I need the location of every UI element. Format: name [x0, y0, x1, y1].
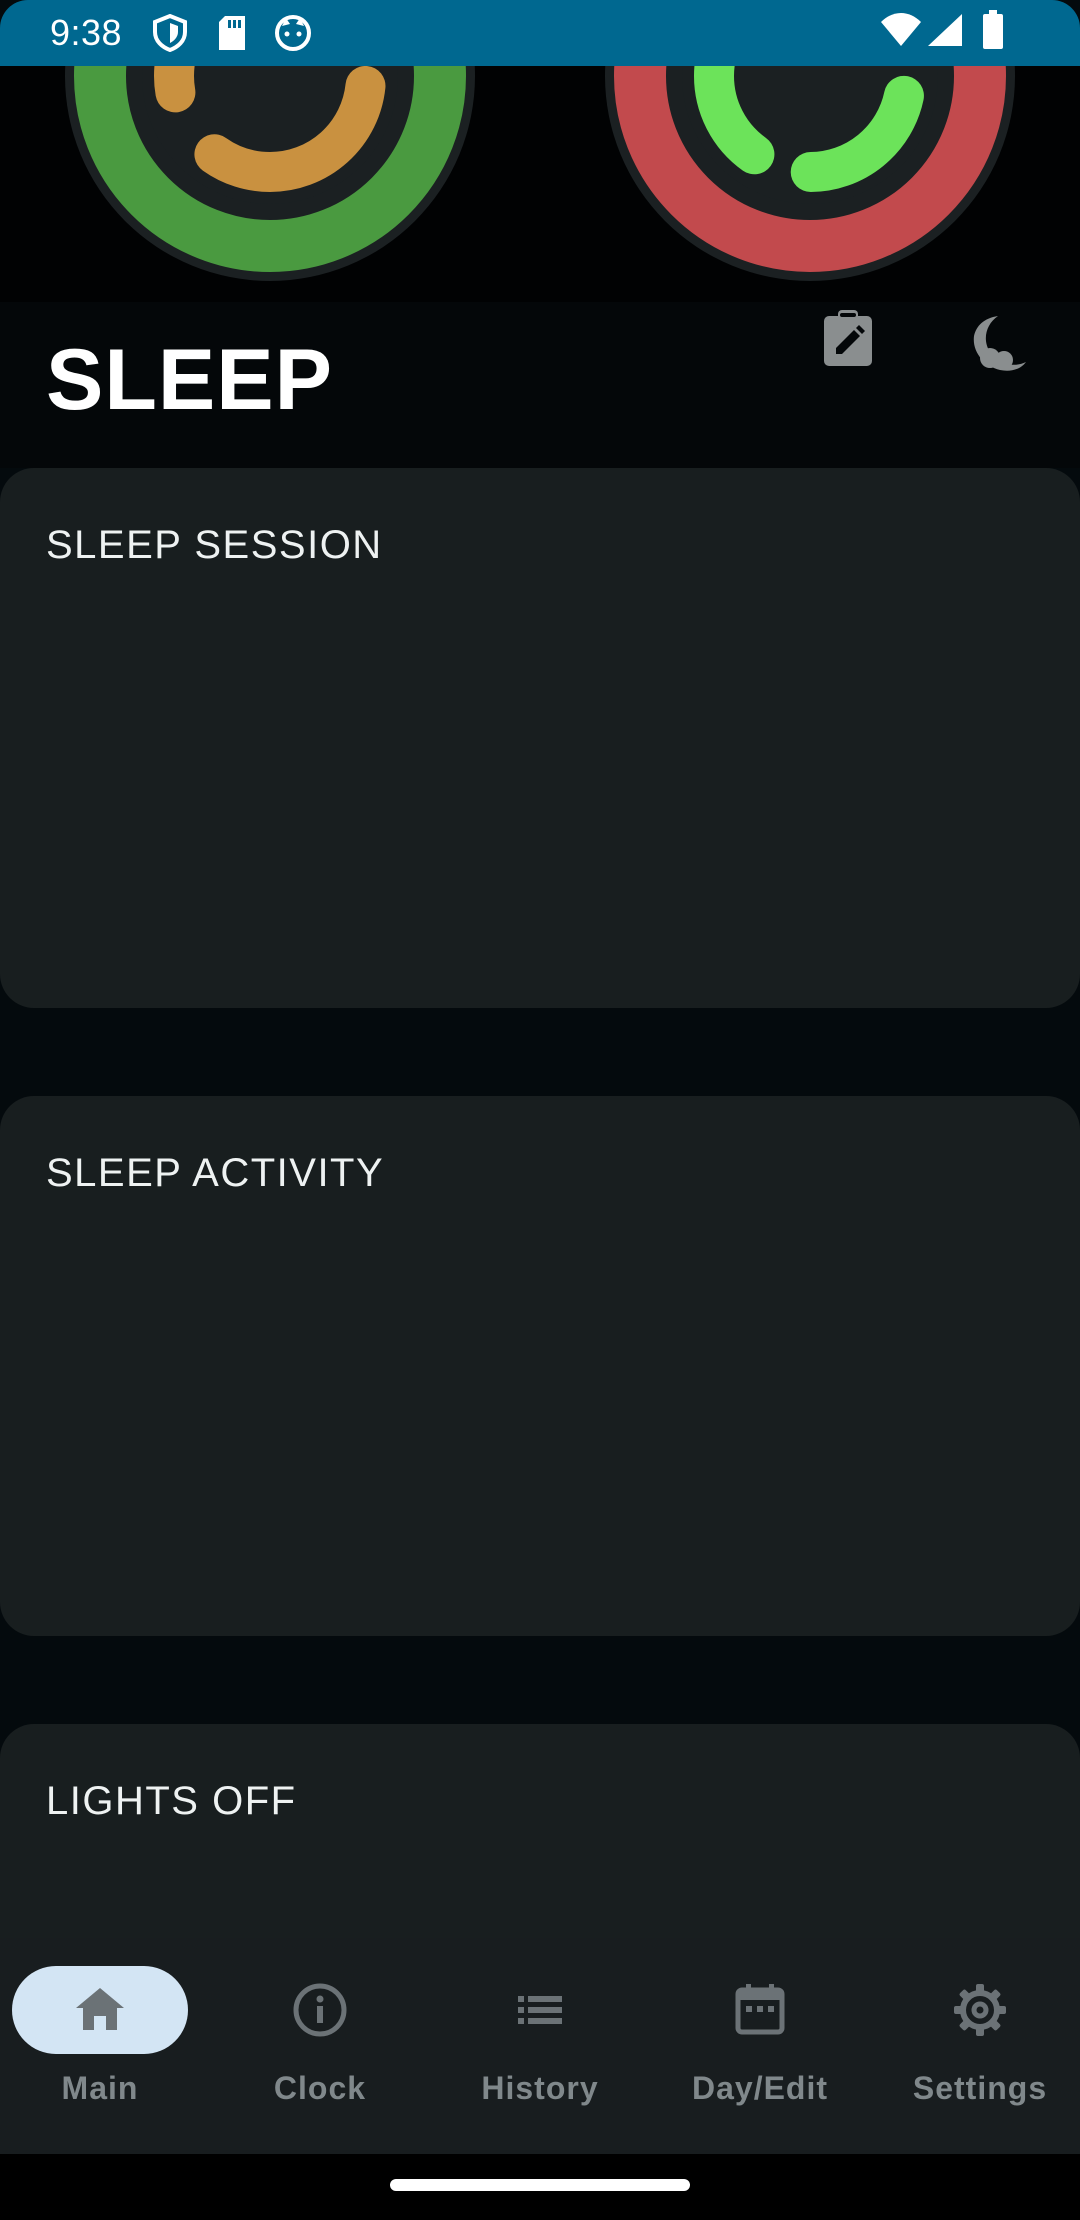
calendar-icon — [724, 1974, 796, 2051]
nav-label: Settings — [912, 2070, 1048, 2106]
nav-label: Day/Edit — [691, 2070, 829, 2106]
page-title: SLEEP — [46, 332, 333, 428]
card-title: SLEEP ACTIVITY — [46, 1151, 385, 1195]
sd-card-icon — [216, 14, 248, 57]
nav-item-settings[interactable]: Settings — [880, 1966, 1080, 2126]
nav-item-day-edit[interactable]: Day/Edit — [660, 1966, 860, 2126]
sleep-session-card[interactable]: SLEEP SESSION — [0, 468, 1080, 1008]
nav-label: History — [481, 2070, 599, 2106]
gear-icon — [944, 1974, 1016, 2051]
ring-right — [605, 66, 1015, 281]
home-icon — [64, 1974, 136, 2051]
status-time: 9:38 — [50, 12, 123, 53]
section-header: SLEEP — [0, 302, 1080, 468]
nav-label: Clock — [273, 2070, 367, 2106]
nav-item-history[interactable]: History — [440, 1966, 640, 2126]
nav-item-main[interactable]: Main — [0, 1966, 200, 2126]
shield-icon — [152, 13, 188, 57]
status-bar: 9:38 — [0, 0, 1080, 66]
sleep-moon-icon[interactable] — [968, 314, 1028, 377]
nav-item-clock[interactable]: Clock — [220, 1966, 420, 2126]
sleep-activity-card[interactable]: SLEEP ACTIVITY — [0, 1096, 1080, 1636]
ring-left — [65, 66, 475, 281]
home-gesture-handle[interactable] — [390, 2179, 690, 2191]
cat-face-icon — [274, 14, 312, 57]
card-title: SLEEP SESSION — [46, 523, 383, 567]
app-screen: 9:38 SLEEP SLEEP SESSION SLEEP ACTIVITY … — [0, 0, 1080, 2220]
edit-clipboard-icon[interactable] — [820, 308, 876, 373]
activity-rings — [0, 66, 1080, 302]
info-icon — [284, 1974, 356, 2051]
card-title: LIGHTS OFF — [46, 1779, 297, 1823]
signal-icon — [926, 12, 964, 53]
bottom-navigation: Main Clock History Day/Edit Settings — [0, 1938, 1080, 2154]
system-gesture-area — [0, 2154, 1080, 2220]
nav-label: Main — [61, 2070, 139, 2106]
battery-icon — [982, 10, 1004, 55]
wifi-icon — [880, 12, 922, 53]
list-icon — [504, 1974, 576, 2051]
